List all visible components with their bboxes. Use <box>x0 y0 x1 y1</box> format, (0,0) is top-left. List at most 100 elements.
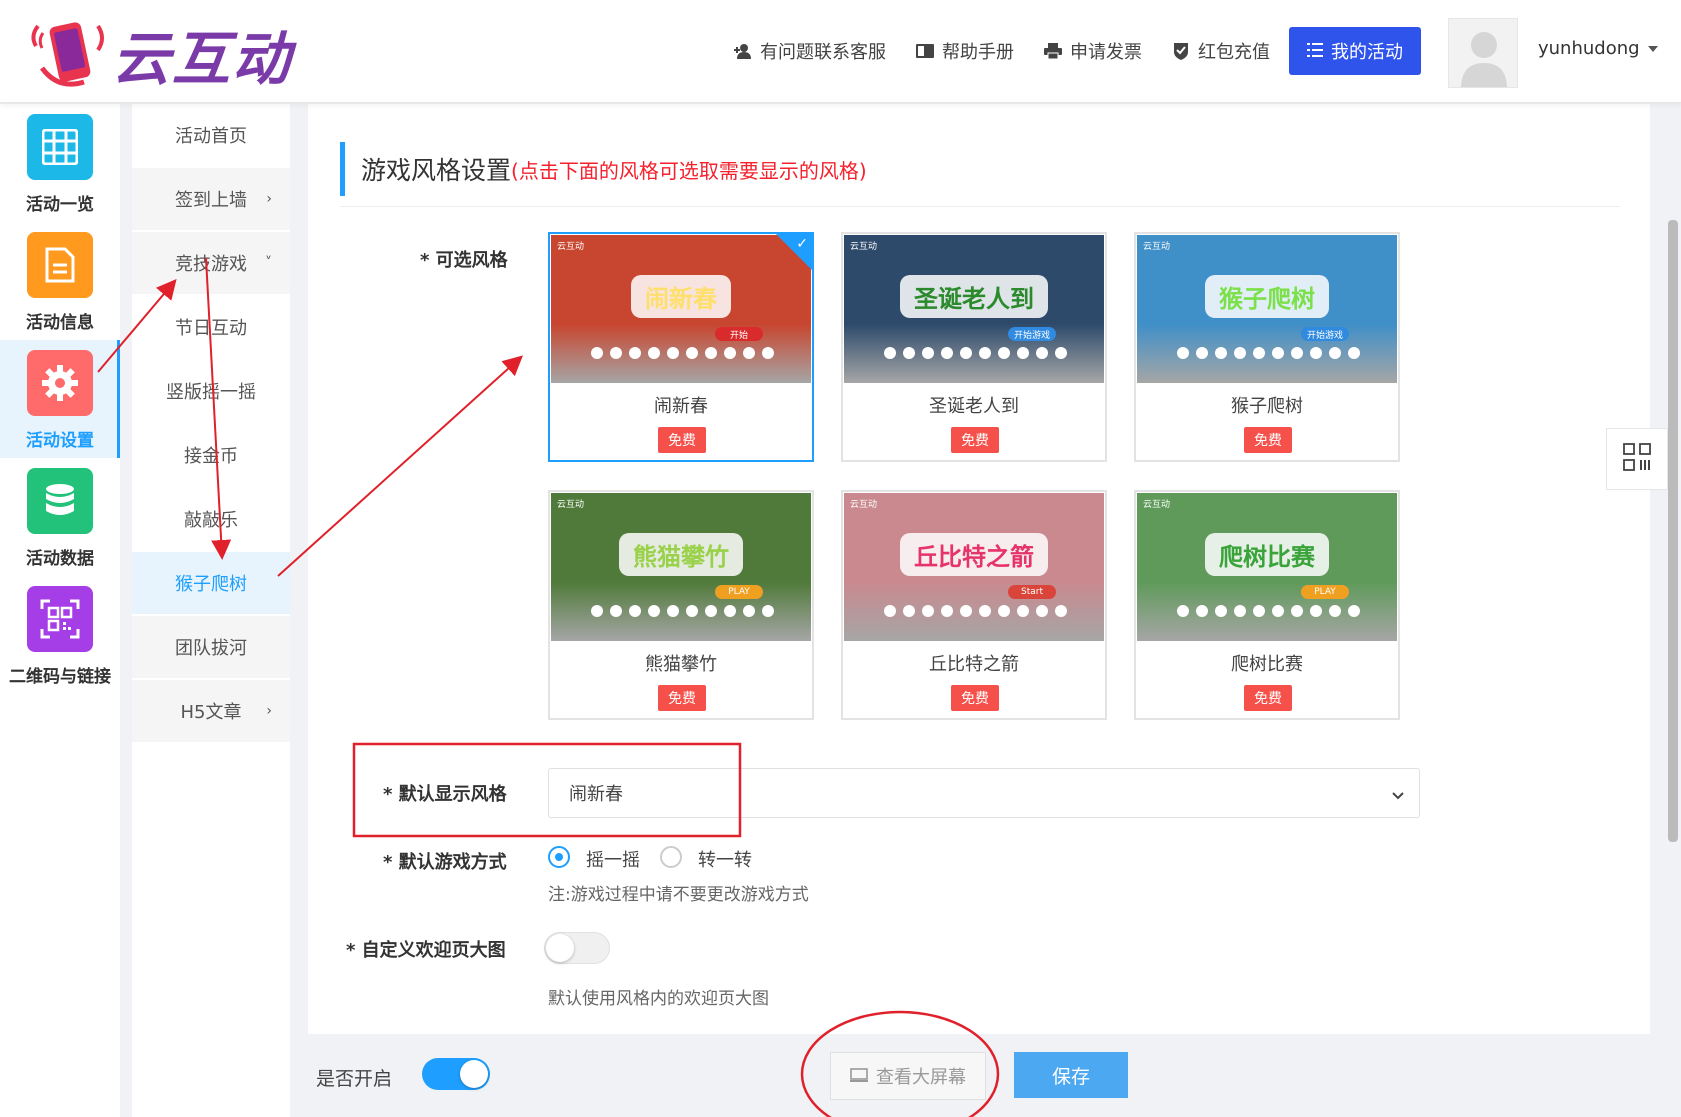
section-subtitle: (点击下面的风格可选取需要显示的风格) <box>511 158 867 183</box>
style-card-name: 猴子爬树 <box>1231 396 1303 417</box>
thumbnail-title: 爬树比赛 <box>1205 533 1329 576</box>
player-dot <box>705 347 717 359</box>
monitor-icon <box>850 1066 868 1087</box>
my-activity-button[interactable]: 我的活动 <box>1289 27 1421 75</box>
thumbnail-player-dots <box>1177 347 1367 359</box>
list-icon <box>1307 41 1323 62</box>
mode-option-shake: 摇一摇 <box>586 850 640 871</box>
page-scrollbar[interactable] <box>1668 220 1678 842</box>
section-title: 游戏风格设置 (点击下面的风格可选取需要显示的风格) <box>340 142 867 196</box>
player-dot <box>1272 605 1284 617</box>
thumbnail-start-button: PLAY <box>715 585 763 599</box>
red-packet-recharge-label: 红包充值 <box>1198 42 1270 63</box>
sidebar-item-label: 活动设置 <box>26 431 94 451</box>
custom-welcome-toggle[interactable] <box>544 932 610 964</box>
style-card[interactable]: 云互动 闹新春 开始 闹新春 免费 ✓ <box>548 232 814 462</box>
submenu-item-sign-in-wall[interactable]: 签到上墙 › <box>132 168 290 230</box>
submenu-item-label: 签到上墙 <box>175 190 247 211</box>
style-card[interactable]: 云互动 猴子爬树 开始游戏 猴子爬树 免费 <box>1134 232 1400 462</box>
sidebar-item-activity-overview[interactable]: 活动一览 <box>0 104 120 222</box>
user-menu[interactable]: yunhudong <box>1538 38 1658 59</box>
thumbnail-player-dots <box>591 605 781 617</box>
player-dot <box>1253 605 1265 617</box>
contact-support-link[interactable]: 有问题联系客服 <box>734 38 886 64</box>
thumbnail-player-dots <box>884 347 1074 359</box>
mode-note: 注:游戏过程中请不要更改游戏方式 <box>548 885 809 905</box>
avatar[interactable] <box>1448 18 1518 88</box>
invoice-label: 申请发票 <box>1070 42 1142 63</box>
style-card-name: 爬树比赛 <box>1231 654 1303 675</box>
help-manual-link[interactable]: 帮助手册 <box>916 38 1014 64</box>
mode-radio-shake[interactable] <box>548 846 570 868</box>
player-dot <box>1291 605 1303 617</box>
player-dot <box>762 347 774 359</box>
my-activity-label: 我的活动 <box>1331 42 1403 63</box>
player-dot <box>1215 605 1227 617</box>
add-user-icon <box>734 42 752 60</box>
submenu-item-label: 猴子爬树 <box>175 574 247 595</box>
thumbnail-title: 猴子爬树 <box>1205 275 1329 318</box>
sidebar-item-activity-data[interactable]: 活动数据 <box>0 458 120 576</box>
submenu-item-competitive-games[interactable]: 竞技游戏 ˅ <box>132 232 290 294</box>
database-icon <box>27 468 93 534</box>
mode-option-spin: 转一转 <box>698 850 752 871</box>
player-dot <box>705 605 717 617</box>
thumbnail-start-button: 开始 <box>715 327 763 341</box>
style-card[interactable]: 云互动 圣诞老人到 开始游戏 圣诞老人到 免费 <box>841 232 1107 462</box>
sidebar-item-qrcode-links[interactable]: 二维码与链接 <box>0 576 120 694</box>
styles-label: * 可选风格 <box>420 250 508 271</box>
sidebar-item-activity-settings[interactable]: 活动设置 <box>0 340 120 458</box>
settings-panel: 游戏风格设置 (点击下面的风格可选取需要显示的风格) * 可选风格 云互动 闹新春… <box>308 104 1650 1034</box>
player-dot <box>648 347 660 359</box>
save-button[interactable]: 保存 <box>1014 1052 1128 1098</box>
mode-radio-spin[interactable] <box>660 846 682 868</box>
submenu-item-tug-of-war[interactable]: 团队拔河 <box>132 616 290 678</box>
shield-check-icon <box>1172 42 1190 60</box>
enable-toggle[interactable] <box>422 1058 490 1090</box>
player-dot <box>903 605 915 617</box>
player-dot <box>724 605 736 617</box>
submenu-item-catch-coins[interactable]: 接金币 <box>132 424 290 486</box>
logo-text: 云互动 <box>112 25 293 93</box>
style-card[interactable]: 云互动 爬树比赛 PLAY 爬树比赛 免费 <box>1134 490 1400 720</box>
floating-qrcode-button[interactable] <box>1606 428 1668 490</box>
chevron-down-icon: ˅ <box>265 255 272 271</box>
player-dot <box>1055 605 1067 617</box>
style-thumbnail: 云互动 熊猫攀竹 PLAY <box>551 493 811 641</box>
submenu-item-vertical-shake[interactable]: 竖版摇一摇 <box>132 360 290 422</box>
submenu-item-monkey-climb[interactable]: 猴子爬树 <box>132 552 290 614</box>
player-dot <box>922 605 934 617</box>
style-card[interactable]: 云互动 丘比特之箭 Start 丘比特之箭 免费 <box>841 490 1107 720</box>
submenu-item-activity-home[interactable]: 活动首页 <box>132 104 290 166</box>
thumbnail-title: 丘比特之箭 <box>900 533 1048 576</box>
submenu-item-label: 团队拔河 <box>175 638 247 659</box>
submenu-item-label: 节日互动 <box>175 318 247 339</box>
free-badge: 免费 <box>1244 685 1292 711</box>
sidebar-item-label: 二维码与链接 <box>9 667 111 687</box>
sidebar-item-activity-info[interactable]: 活动信息 <box>0 222 120 340</box>
contact-support-label: 有问题联系客服 <box>760 42 886 63</box>
player-dot <box>960 605 972 617</box>
sidebar-item-label: 活动信息 <box>26 313 94 333</box>
view-big-screen-button[interactable]: 查看大屏幕 <box>830 1052 986 1100</box>
thumbnail-brand: 云互动 <box>1143 242 1171 252</box>
toggle-knob <box>546 934 574 962</box>
thumbnail-start-button: 开始游戏 <box>1008 327 1056 341</box>
style-thumbnail: 云互动 丘比特之箭 Start <box>844 493 1104 641</box>
player-dot <box>1253 347 1265 359</box>
player-dot <box>884 347 896 359</box>
sidebar-item-label: 活动数据 <box>26 549 94 569</box>
submenu-item-festival[interactable]: 节日互动 <box>132 296 290 358</box>
player-dot <box>1272 347 1284 359</box>
submenu-item-h5-article[interactable]: H5文章 › <box>132 680 290 742</box>
secondary-sidebar: 活动首页 签到上墙 › 竞技游戏 ˅ 节日互动 竖版摇一摇 接金币 敲敲乐 猴子爬树… <box>132 104 290 1117</box>
thumbnail-start-button: Start <box>1008 585 1056 599</box>
submenu-item-knock-knock[interactable]: 敲敲乐 <box>132 488 290 550</box>
invoice-link[interactable]: 申请发票 <box>1044 38 1142 64</box>
default-style-select[interactable]: 闹新春 <box>548 768 1420 818</box>
red-packet-recharge-link[interactable]: 红包充值 <box>1172 38 1270 64</box>
style-card[interactable]: 云互动 熊猫攀竹 PLAY 熊猫攀竹 免费 <box>548 490 814 720</box>
brand-logo[interactable]: 云互动 <box>28 12 292 96</box>
player-dot <box>884 605 896 617</box>
style-thumbnail: 云互动 圣诞老人到 开始游戏 <box>844 235 1104 383</box>
